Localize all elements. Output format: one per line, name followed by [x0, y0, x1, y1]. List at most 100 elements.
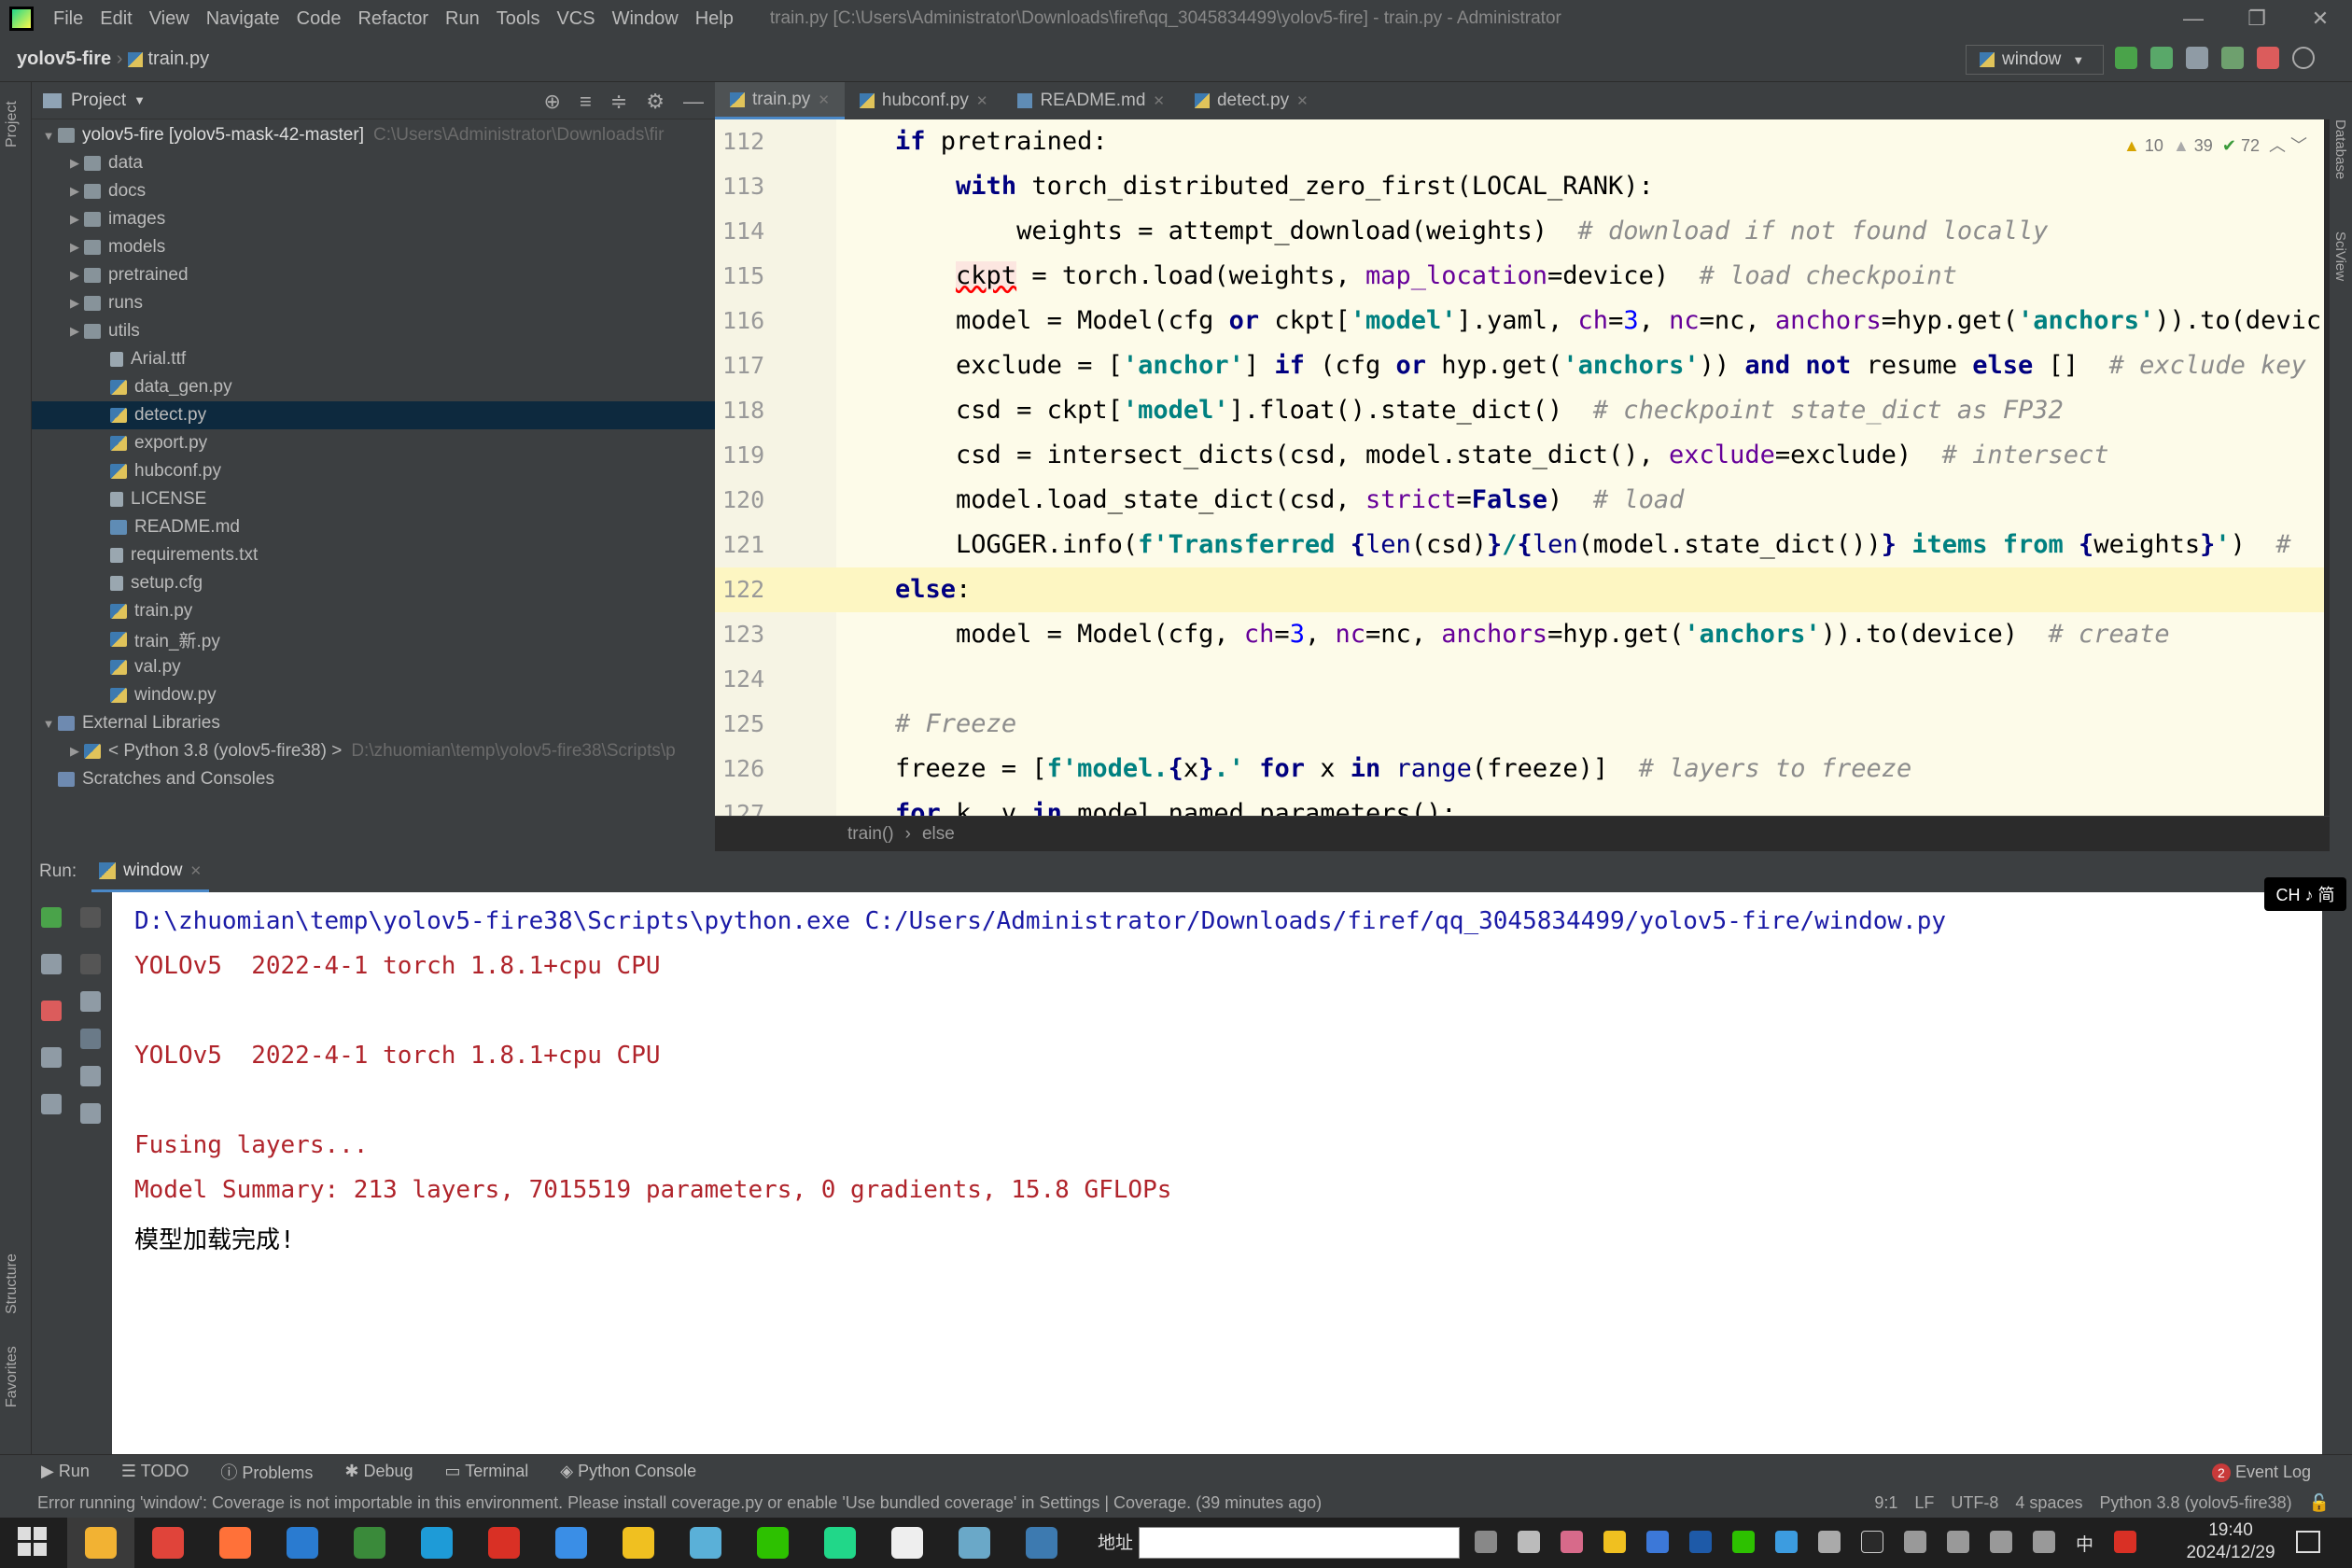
minimize-button[interactable]: — [2162, 0, 2225, 37]
code-editor[interactable]: ▲ 10 ▲ 39 ✔ 72 ︿ ﹀ 112 if pretrained: 113… [715, 119, 2324, 816]
file-encoding[interactable]: UTF-8 [1951, 1493, 1998, 1513]
up-arrow-icon[interactable] [80, 907, 101, 928]
chevron-right-icon[interactable]: ▶ [65, 184, 84, 199]
breadcrumb-file[interactable]: train.py [148, 49, 210, 69]
code-line[interactable]: 116 model = Model(cfg or ckpt['model'].y… [715, 299, 2324, 343]
breadcrumb-project[interactable]: yolov5-fire [17, 49, 111, 69]
menu-item-refactor[interactable]: Refactor [349, 8, 437, 30]
run-tab-window[interactable]: window ✕ [91, 851, 210, 892]
code-line[interactable]: 123 model = Model(cfg, ch=3, nc=nc, anch… [715, 612, 2324, 657]
database-tool-tab[interactable]: Database [2332, 119, 2348, 179]
menu-item-vcs[interactable]: VCS [548, 8, 603, 30]
inspection-widget[interactable]: ▲ 10 ▲ 39 ✔ 72 ︿ ﹀ [2123, 133, 2307, 157]
taskbar-color-app-icon[interactable] [672, 1518, 739, 1568]
project-tree-item[interactable]: LICENSE [32, 485, 715, 513]
code-line[interactable]: 118 csd = ckpt['model'].float().state_di… [715, 388, 2324, 433]
tool-window-terminal[interactable]: ▭ Terminal [445, 1462, 529, 1481]
project-tree-item[interactable]: ▶ models [32, 233, 715, 261]
expand-all-icon[interactable]: ≡ [580, 90, 592, 114]
project-panel-title[interactable]: Project [71, 91, 126, 111]
chevron-right-icon[interactable]: ▶ [65, 296, 84, 311]
project-tree-item[interactable]: hubconf.py [32, 457, 715, 485]
project-tree-item[interactable]: ▼ yolov5-fire [yolov5-mask-42-master] C:\U… [32, 121, 715, 149]
restore-button[interactable]: ❐ [2225, 0, 2289, 37]
hide-icon[interactable]: — [683, 90, 704, 114]
project-tree-item[interactable]: ▶ runs [32, 289, 715, 317]
breadcrumb-block[interactable]: else [922, 824, 955, 845]
favorites-tool-tab[interactable]: Favorites [4, 1346, 21, 1407]
display-icon[interactable] [1947, 1531, 1969, 1553]
transfer-icon[interactable] [1818, 1531, 1841, 1553]
project-tree-item[interactable]: ▶ data [32, 149, 715, 177]
pin-icon[interactable] [41, 1094, 62, 1114]
search-icon[interactable] [2292, 47, 2315, 69]
code-line[interactable]: 119 csd = intersect_dicts(csd, model.sta… [715, 433, 2324, 478]
taskbar-vim-icon[interactable] [269, 1518, 336, 1568]
project-tree-item[interactable]: detect.py [32, 401, 715, 429]
tray-app-icon[interactable] [1603, 1531, 1626, 1553]
taskbar-pycharm-icon[interactable] [806, 1518, 874, 1568]
taskbar-firefox-icon[interactable] [202, 1518, 269, 1568]
menu-item-edit[interactable]: Edit [91, 8, 140, 30]
chevron-right-icon[interactable]: ▶ [65, 268, 84, 283]
editor-tab[interactable]: hubconf.py ✕ [845, 82, 1003, 119]
volume-icon[interactable] [2033, 1531, 2055, 1553]
tray-app-icon[interactable] [1775, 1531, 1798, 1553]
locate-icon[interactable]: ⊕ [544, 90, 561, 114]
taskbar-file-explorer-icon[interactable] [67, 1518, 134, 1568]
menu-item-help[interactable]: Help [687, 8, 742, 30]
close-window-button[interactable]: ✕ [2289, 0, 2352, 37]
profile-icon[interactable] [2221, 47, 2244, 69]
code-line[interactable]: 125 # Freeze [715, 702, 2324, 747]
menu-item-navigate[interactable]: Navigate [198, 8, 288, 30]
layout-icon[interactable] [41, 1047, 62, 1068]
chevron-down-icon[interactable]: ﹀ [2290, 136, 2307, 155]
taskbar-notepad-icon[interactable] [941, 1518, 1008, 1568]
trash-icon[interactable] [80, 1103, 101, 1124]
project-tree-item[interactable]: requirements.txt [32, 541, 715, 569]
menu-item-window[interactable]: Window [604, 8, 687, 30]
menu-item-tools[interactable]: Tools [488, 8, 549, 30]
breadcrumb-function[interactable]: train() [847, 824, 894, 845]
indent-setting[interactable]: 4 spaces [2015, 1493, 2082, 1513]
wifi-icon[interactable] [1990, 1531, 2012, 1553]
wrench-icon[interactable] [41, 954, 62, 974]
project-tree-item[interactable]: ▶ pretrained [32, 261, 715, 289]
project-tree-item[interactable]: README.md [32, 513, 715, 541]
taskbar-start-icon[interactable] [0, 1518, 67, 1568]
collapse-all-icon[interactable]: ≑ [610, 90, 627, 114]
taskbar-wechat-icon[interactable] [739, 1518, 806, 1568]
project-tree-item[interactable]: Scratches and Consoles [32, 765, 715, 793]
menu-item-file[interactable]: File [45, 8, 91, 30]
chevron-down-icon[interactable]: ▼ [39, 717, 58, 731]
gear-icon[interactable]: ⚙ [646, 90, 665, 114]
coverage-icon[interactable] [2186, 47, 2208, 69]
stop-icon[interactable] [41, 1001, 62, 1021]
chevron-right-icon[interactable]: ▶ [65, 156, 84, 171]
run-configuration-select[interactable]: window ▼ [1966, 45, 2104, 75]
chevron-down-icon[interactable]: ▼ [133, 93, 146, 107]
caret-position[interactable]: 9:1 [1874, 1493, 1897, 1513]
event-log-button[interactable]: 2 Event Log [2211, 1463, 2311, 1482]
scroll-to-end-icon[interactable] [80, 1029, 101, 1049]
code-line[interactable]: 121 LOGGER.info(f'Transferred {len(csd)}… [715, 523, 2324, 567]
project-tool-tab[interactable]: Project [4, 101, 21, 147]
tool-window-run[interactable]: ▶ Run [41, 1462, 90, 1481]
taskbar-clock[interactable]: 19:40 2024/12/29 [2184, 1519, 2277, 1564]
chevron-down-icon[interactable]: ▼ [39, 129, 58, 143]
structure-tool-tab[interactable]: Structure [4, 1253, 21, 1314]
project-tree-item[interactable]: export.py [32, 429, 715, 457]
soft-wrap-icon[interactable] [80, 991, 101, 1012]
input-language[interactable]: 中 [2076, 1531, 2093, 1556]
menu-item-run[interactable]: Run [437, 8, 488, 30]
menu-item-code[interactable]: Code [288, 8, 350, 30]
tool-window-python-console[interactable]: ◈ Python Console [560, 1462, 696, 1481]
stop-icon[interactable] [2257, 47, 2279, 69]
close-icon[interactable]: ✕ [190, 862, 203, 879]
taskbar-python-icon[interactable] [1008, 1518, 1075, 1568]
project-tree-item[interactable]: ▶ docs [32, 177, 715, 205]
project-tree-item[interactable]: ▼ External Libraries [32, 709, 715, 737]
code-line[interactable]: 126 freeze = [f'model.{x}.' for x in ran… [715, 747, 2324, 791]
chevron-right-icon[interactable]: ▶ [65, 240, 84, 255]
down-arrow-icon[interactable] [80, 954, 101, 974]
